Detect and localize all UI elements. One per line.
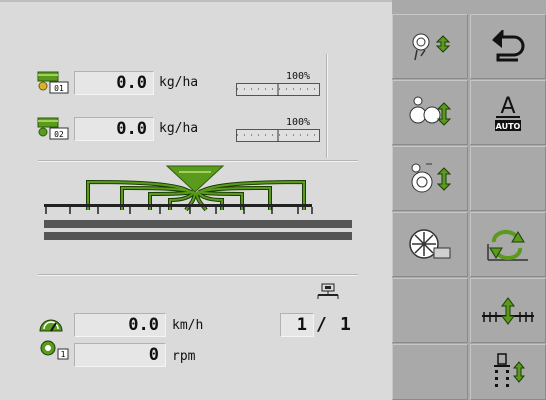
svg-text:A: A	[500, 94, 515, 119]
tank-2-number: 02	[54, 130, 64, 139]
back-button[interactable]	[470, 14, 546, 79]
rate-1-unit: kg/ha	[159, 75, 199, 90]
rate-1-value[interactable]: 0.0	[74, 71, 154, 95]
rate-section-divider	[326, 54, 328, 158]
speedometer-icon	[38, 315, 64, 339]
fan-speed-icon: 1	[38, 339, 72, 365]
calibration-button[interactable]	[392, 80, 468, 145]
section-current[interactable]: 1	[280, 313, 314, 337]
section-separator: /	[316, 314, 327, 335]
empty-softkey	[392, 344, 468, 400]
auto-a-icon: A AUTO	[495, 94, 521, 131]
metering-unit-select-button[interactable]	[392, 14, 468, 79]
speed-unit: km/h	[172, 318, 204, 333]
rotate-icon	[487, 229, 528, 261]
rate-2-percent: 100%	[286, 117, 311, 128]
implement-icon	[316, 283, 340, 305]
terminal-screen: 01 0.0 kg/ha 100% 02 0.0 kg/ha 100% 1 / …	[0, 0, 546, 400]
divider-bottom	[38, 274, 358, 276]
rate-2-unit: kg/ha	[159, 121, 199, 136]
implement-lift-icon	[482, 296, 534, 325]
rate-2-value[interactable]: 0.0	[74, 117, 154, 141]
rate-2-gauge	[236, 128, 320, 147]
tank-1-icon: 01	[36, 70, 70, 98]
calibration-icon	[409, 96, 452, 126]
rate-1-gauge	[236, 82, 320, 101]
fan-rpm-value[interactable]: 0	[74, 343, 166, 367]
tramline-icon	[494, 353, 526, 387]
implement-lift-button[interactable]	[470, 278, 546, 343]
tank-1-number: 01	[54, 84, 64, 93]
tramline-button[interactable]	[470, 344, 546, 400]
empty-softkey	[470, 146, 546, 211]
metering-icon	[412, 33, 451, 60]
return-arrow-icon	[492, 29, 525, 61]
empty-softkey	[392, 278, 468, 343]
svg-text:AUTO: AUTO	[496, 122, 521, 131]
rate-1-percent: 100%	[286, 71, 311, 82]
metering-unit-icon	[411, 163, 452, 192]
fan-settings-button[interactable]	[392, 212, 468, 277]
ramp-rotate-button[interactable]	[470, 212, 546, 277]
metering-unit-2-button[interactable]	[392, 146, 468, 211]
fan-rpm-unit: rpm	[172, 349, 196, 364]
work-screen: 01 0.0 kg/ha 100% 02 0.0 kg/ha 100% 1 / …	[0, 0, 392, 400]
auto-mode-button[interactable]: A AUTO	[470, 80, 546, 145]
softkey-panel: A AUTO	[392, 0, 546, 400]
divider-top	[38, 160, 358, 162]
speed-value[interactable]: 0.0	[74, 313, 166, 337]
fan-tag: 1	[61, 350, 66, 359]
section-total: 1	[340, 314, 351, 335]
fan-icon	[409, 228, 451, 259]
seed-distribution-diagram	[40, 164, 360, 248]
tank-2-icon: 02	[36, 116, 70, 144]
